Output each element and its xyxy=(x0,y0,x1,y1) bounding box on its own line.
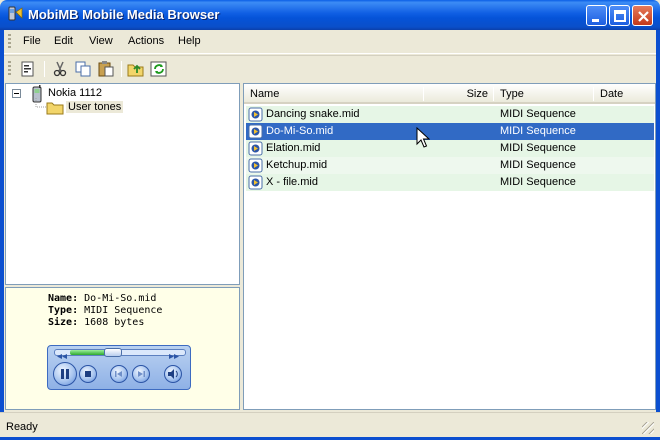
refresh-icon[interactable] xyxy=(149,60,169,78)
file-type: MIDI Sequence xyxy=(500,159,576,171)
midi-file-icon xyxy=(248,124,263,139)
midi-file-icon xyxy=(248,107,263,122)
midi-file-icon xyxy=(248,158,263,173)
toolbar-separator xyxy=(121,61,122,77)
mouse-cursor-icon xyxy=(416,127,430,148)
next-icon xyxy=(138,371,145,377)
list-item[interactable]: Dancing snake.mid MIDI Sequence xyxy=(246,106,654,123)
tree-item-device[interactable]: Nokia 1112 xyxy=(48,87,102,99)
column-header-name-label: Name xyxy=(250,88,280,100)
app-phone-icon xyxy=(8,6,23,21)
file-type: MIDI Sequence xyxy=(500,176,576,188)
menu-grip[interactable] xyxy=(8,34,11,50)
column-header-type-label: Type xyxy=(500,88,524,100)
next-button[interactable] xyxy=(132,365,150,383)
menu-help[interactable]: Help xyxy=(178,35,201,47)
menu-bar: File Edit View Actions Help xyxy=(4,30,656,54)
column-header-type[interactable]: Type xyxy=(494,84,594,104)
file-name: X - file.mid xyxy=(266,176,318,188)
pause-icon xyxy=(61,369,69,379)
forward-small-icon[interactable] xyxy=(168,350,180,359)
previous-icon xyxy=(115,371,122,377)
maximize-button[interactable] xyxy=(609,5,630,26)
folder-icon xyxy=(46,102,64,115)
window-frame-left xyxy=(0,30,4,440)
tree-item-user-tones[interactable]: User tones xyxy=(66,101,124,113)
rewind-small-icon[interactable] xyxy=(56,350,68,359)
info-name-line: Name: Do-Mi-So.mid xyxy=(48,293,156,304)
previous-button[interactable] xyxy=(110,365,128,383)
resize-grip[interactable] xyxy=(642,422,654,434)
speaker-icon xyxy=(168,369,178,379)
info-type-label: Type: xyxy=(48,305,79,316)
midi-file-icon xyxy=(248,175,263,190)
file-name: Ketchup.mid xyxy=(266,159,328,171)
info-type-line: Type: MIDI Sequence xyxy=(48,305,162,316)
toolbar-grip[interactable] xyxy=(8,61,11,77)
column-header-size[interactable]: Size xyxy=(424,84,494,104)
file-type: MIDI Sequence xyxy=(500,142,576,154)
menu-edit[interactable]: Edit xyxy=(54,35,73,47)
info-name-label: Name: xyxy=(48,293,79,304)
status-text: Ready xyxy=(6,421,38,433)
list-item-selected[interactable]: Do-Mi-So.mid MIDI Sequence xyxy=(246,123,654,140)
toolbar-separator xyxy=(44,61,45,77)
menu-file[interactable]: File xyxy=(23,35,41,47)
toolbar xyxy=(4,55,656,82)
properties-icon[interactable] xyxy=(18,60,38,78)
info-name-value: Do-Mi-So.mid xyxy=(84,293,157,304)
info-size-line: Size: 1608 bytes xyxy=(48,317,144,328)
close-button[interactable] xyxy=(632,5,653,26)
volume-button[interactable] xyxy=(164,365,182,383)
pause-button[interactable] xyxy=(53,362,77,386)
title-bar[interactable]: MobiMB Mobile Media Browser xyxy=(0,0,660,30)
midi-file-icon xyxy=(248,141,263,156)
column-header-date-label: Date xyxy=(600,88,624,100)
menu-view[interactable]: View xyxy=(89,35,113,47)
folder-up-icon[interactable] xyxy=(126,60,146,78)
file-name: Elation.mid xyxy=(266,142,321,154)
column-header-size-label: Size xyxy=(466,88,488,100)
collapse-toggle-icon[interactable] xyxy=(12,89,22,99)
file-type: MIDI Sequence xyxy=(500,108,576,120)
media-player xyxy=(47,345,191,390)
file-name: Do-Mi-So.mid xyxy=(266,125,334,137)
seek-thumb[interactable] xyxy=(104,348,122,357)
menu-actions[interactable]: Actions xyxy=(128,35,164,47)
stop-button[interactable] xyxy=(79,365,97,383)
paste-icon[interactable] xyxy=(96,60,116,78)
status-bar: Ready xyxy=(0,412,660,440)
file-name: Dancing snake.mid xyxy=(266,108,360,120)
list-item[interactable]: Elation.mid MIDI Sequence xyxy=(246,140,654,157)
list-item[interactable]: X - file.mid MIDI Sequence xyxy=(246,174,654,191)
copy-icon[interactable] xyxy=(73,60,93,78)
column-header-date[interactable]: Date xyxy=(594,84,655,104)
info-type-value: MIDI Sequence xyxy=(84,305,163,316)
window-title: MobiMB Mobile Media Browser xyxy=(28,7,220,22)
stop-icon xyxy=(85,371,91,377)
column-header-name[interactable]: Name xyxy=(244,84,424,104)
info-size-label: Size: xyxy=(48,317,79,328)
device-tree[interactable]: Nokia 1112 User tones xyxy=(5,83,240,285)
file-type: MIDI Sequence xyxy=(500,125,576,137)
file-list[interactable]: Name Size Type Date Dancing snake.mid MI… xyxy=(243,83,656,410)
minimize-button[interactable] xyxy=(586,5,607,26)
window-frame-right xyxy=(656,30,660,440)
list-item[interactable]: Ketchup.mid MIDI Sequence xyxy=(246,157,654,174)
cut-icon[interactable] xyxy=(50,60,70,78)
info-size-value: 1608 bytes xyxy=(84,317,145,328)
